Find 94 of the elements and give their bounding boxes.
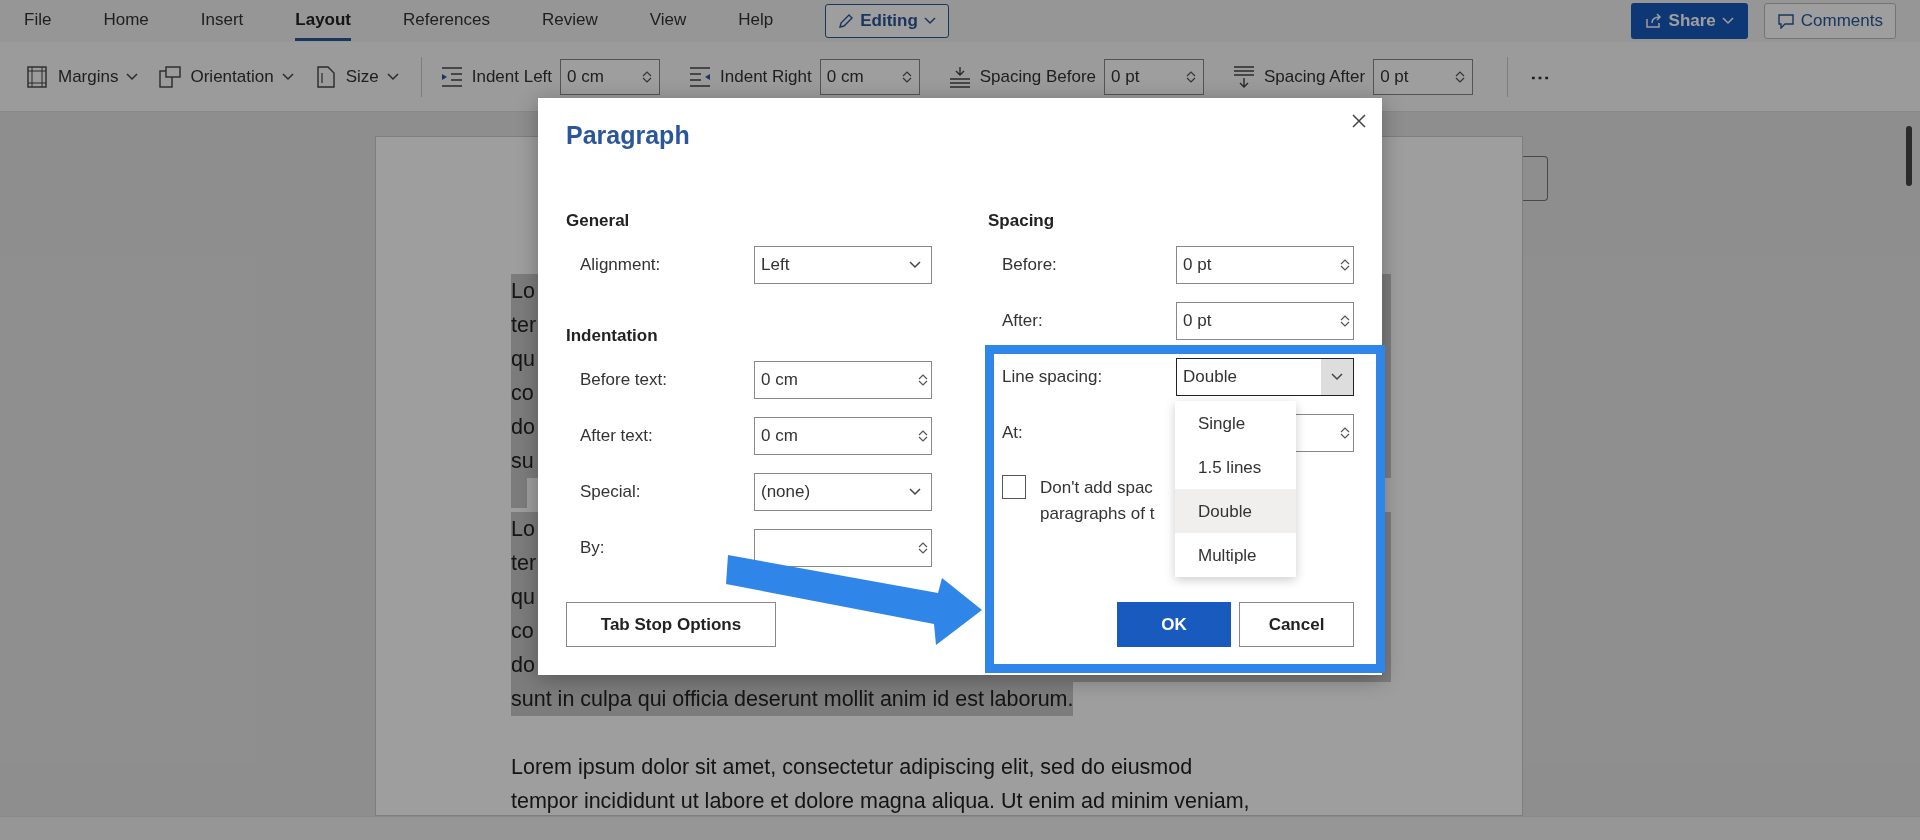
field-label: Line spacing: (1002, 366, 1103, 389)
spin-up-icon[interactable] (918, 429, 928, 436)
editing-button[interactable]: Editing (825, 4, 949, 38)
tab-stop-options-button[interactable]: Tab Stop Options (566, 602, 776, 647)
spacing-after-icon (1232, 64, 1256, 89)
spin-field[interactable]: 0 cm (754, 361, 932, 399)
caret-icon (281, 72, 294, 81)
spin-field[interactable]: 0 pt (1104, 58, 1204, 95)
field-label: Indent Left (471, 65, 553, 88)
close-icon[interactable] (1352, 114, 1366, 128)
field-label: At: (1002, 422, 1023, 445)
spin-down-icon[interactable] (1186, 76, 1196, 84)
spin-down-icon[interactable] (1455, 76, 1466, 84)
spin-field[interactable]: 0 cm (754, 417, 932, 455)
field-label: Before: (1002, 254, 1057, 277)
section-heading: General (566, 210, 631, 232)
share-button[interactable]: Share (1630, 3, 1748, 39)
ribbon-dropdown[interactable]: Size (309, 59, 403, 94)
spin-field[interactable]: 0 pt (1373, 58, 1474, 95)
dropdown-option[interactable]: Double (1175, 489, 1296, 533)
menu-tab[interactable]: Home (103, 0, 149, 42)
spin-down-icon[interactable] (918, 380, 928, 387)
spacing-before-icon (947, 64, 972, 89)
ribbon-dropdown[interactable]: Margins (22, 59, 143, 94)
field-label: Special: (580, 481, 641, 504)
document-text: Lorem ipsum dolor sit amet, consectetur adipiscing elit, sed do eiusmod (511, 754, 1193, 781)
spin-down-icon[interactable] (918, 548, 928, 555)
spin-down-icon[interactable] (1340, 321, 1350, 328)
spin-down-icon[interactable] (918, 436, 928, 443)
dialog-title: Paragraph (566, 120, 691, 151)
field-label: Spacing Before (979, 65, 1096, 88)
checkbox-label: Don't add spac paragraphs of t (1040, 477, 1155, 525)
caret-icon (909, 261, 921, 269)
field-label: By: (580, 537, 605, 560)
margins-icon (26, 64, 50, 89)
spin-up-icon[interactable] (1455, 69, 1466, 77)
caret-icon (386, 72, 399, 81)
spin-down-icon[interactable] (1340, 433, 1350, 440)
field-label: Spacing After (1264, 65, 1366, 88)
share-icon (1644, 13, 1663, 29)
menu-tab[interactable]: Insert (200, 0, 244, 42)
ribbon-dropdown[interactable]: Orientation (154, 59, 298, 94)
menu-tab[interactable]: References (403, 0, 490, 42)
caret-icon (923, 17, 936, 25)
caret-icon (909, 488, 921, 496)
spin-field[interactable]: 0 pt (1176, 246, 1354, 284)
menu-tab[interactable]: Review (541, 0, 598, 42)
spin-field[interactable]: 0 pt (1176, 302, 1354, 340)
spin-down-icon[interactable] (642, 76, 653, 84)
caret-icon (126, 72, 139, 81)
checkbox[interactable] (1002, 475, 1026, 499)
field-label: Before text: (580, 369, 667, 392)
dropdown-option[interactable]: 1.5 lines (1175, 445, 1296, 489)
spin-up-icon[interactable] (1340, 426, 1350, 433)
menu-tab[interactable]: View (649, 0, 687, 42)
spin-field[interactable]: 0 cm (560, 58, 661, 95)
spin-up-icon[interactable] (918, 541, 928, 548)
field-label: After: (1002, 310, 1043, 333)
menu-tab[interactable]: File (24, 0, 52, 42)
spin-up-icon[interactable] (642, 69, 653, 77)
document-text: tempor incididunt ut labore et dolore magna aliqua. Ut enim ad minim veniam, (511, 788, 1250, 815)
spin-down-icon[interactable] (1340, 265, 1350, 272)
scrollbar-thumb[interactable] (1906, 126, 1912, 186)
caret-icon (1331, 373, 1343, 381)
document-text: sunt in culpa qui officia deserunt mollit anim id est laborum. (511, 682, 1074, 716)
spin-up-icon[interactable] (1340, 314, 1350, 321)
spin-up-icon[interactable] (918, 373, 928, 380)
dropdown-field[interactable]: Left (754, 246, 932, 284)
page-side-tab[interactable] (1523, 156, 1548, 201)
comment-icon (1776, 13, 1795, 29)
field-label: After text: (580, 425, 653, 448)
more-button[interactable]: ⋯ (1526, 57, 1555, 96)
orientation-icon (158, 64, 183, 89)
spin-down-icon[interactable] (901, 76, 912, 84)
ok-button[interactable]: OK (1117, 602, 1231, 647)
spin-field[interactable]: 0 cm (819, 58, 920, 95)
section-heading: Spacing (988, 210, 1056, 232)
dropdown-option[interactable]: Single (1175, 401, 1296, 445)
dropdown-field[interactable]: (none) (754, 473, 932, 511)
cancel-button[interactable]: Cancel (1239, 602, 1354, 647)
dropdown-option[interactable]: Multiple (1175, 533, 1296, 577)
indent-right-icon (688, 64, 713, 89)
spin-field[interactable] (754, 529, 932, 567)
spin-up-icon[interactable] (1186, 69, 1196, 77)
pencil-icon (838, 13, 855, 29)
menu-tab[interactable]: Help (738, 0, 774, 42)
section-heading: Indentation (566, 325, 659, 347)
caret-icon (1721, 17, 1734, 25)
indent-left-icon (439, 64, 464, 89)
field-label: Indent Right (720, 65, 812, 88)
comments-button[interactable]: Comments (1763, 3, 1896, 39)
spin-up-icon[interactable] (901, 69, 912, 77)
field-label: Alignment: (580, 254, 661, 277)
spin-up-icon[interactable] (1340, 258, 1350, 265)
